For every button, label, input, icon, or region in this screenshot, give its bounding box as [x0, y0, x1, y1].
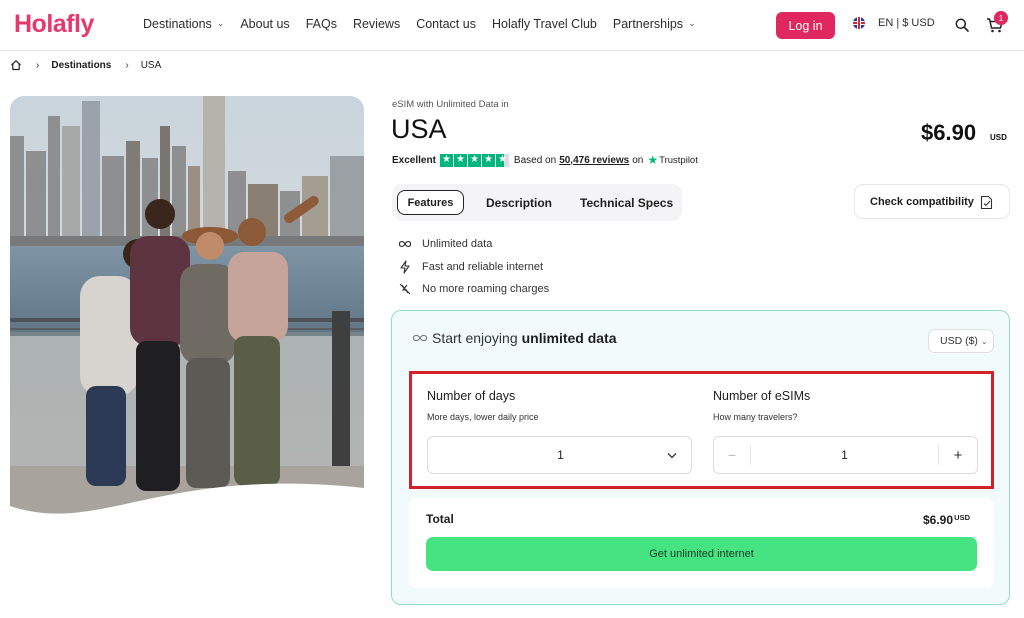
check-compatibility-label: Check compatibility — [870, 195, 974, 208]
cart-count-badge: 1 — [994, 11, 1008, 25]
total-label: Total — [426, 512, 454, 526]
star-icon: ★ — [453, 153, 467, 167]
total-section: Total $6.90 USD Get unlimited internet — [409, 498, 994, 588]
home-icon[interactable] — [10, 59, 22, 71]
holafly-logo[interactable]: Holafly — [14, 10, 94, 39]
rating-on: on — [632, 154, 644, 166]
trustpilot-star-icon: ★ — [647, 153, 659, 167]
product-tabs: Features Description Technical Specs — [392, 184, 682, 221]
feature-label: Fast and reliable internet — [422, 260, 544, 273]
days-dropdown[interactable]: 1 — [427, 436, 692, 474]
trustpilot-rating: Excellent ★ ★ ★ ★ ★ Based on 50,476 revi… — [392, 153, 698, 167]
breadcrumb-current: USA — [140, 59, 162, 71]
hero-travelers-photo — [10, 96, 364, 524]
product-pretitle: eSIM with Unlimited Data in — [392, 99, 509, 110]
nav-contact-us-label: Contact us — [416, 17, 476, 31]
esims-title: Number of eSIMs — [713, 389, 811, 403]
esims-quantity-stepper: − 1 + — [713, 436, 978, 474]
chevron-right-icon: › — [36, 59, 40, 71]
nav-destinations[interactable]: Destinations ⌄ — [143, 17, 224, 31]
main-nav: Destinations ⌄ About us FAQs Reviews Con… — [143, 17, 712, 31]
locale-selector[interactable]: EN | $ USD — [853, 17, 935, 29]
lightning-icon — [400, 260, 410, 274]
trustpilot-label: Trustpilot — [659, 154, 698, 166]
locale-label: EN | $ USD — [878, 17, 935, 29]
chevron-down-icon — [667, 453, 677, 459]
days-column: Number of days More days, lower daily pr… — [427, 389, 539, 422]
increase-esims-button[interactable]: + — [939, 437, 977, 473]
tab-technical-specs[interactable]: Technical Specs — [580, 184, 673, 221]
chevron-right-icon: › — [125, 59, 129, 71]
half-star-icon: ★ — [495, 153, 509, 167]
nav-travel-club-label: Holafly Travel Club — [491, 17, 597, 31]
reviews-link[interactable]: 50,476 reviews — [559, 155, 629, 166]
uk-flag-icon — [853, 17, 865, 29]
esims-subtitle: How many travelers? — [713, 412, 798, 422]
search-icon[interactable] — [955, 18, 969, 32]
esims-value[interactable]: 1 — [751, 448, 938, 462]
total-price: $6.90 — [922, 513, 953, 527]
purchase-card: Start enjoying unlimited data USD ($) ⌄ … — [391, 310, 1010, 605]
infinity-icon — [398, 241, 412, 248]
star-icon: ★ — [481, 153, 495, 167]
star-icon: ★ — [439, 153, 453, 167]
star-icon: ★ — [467, 153, 481, 167]
feature-item: Fast and reliable internet — [398, 256, 549, 279]
card-header: Start enjoying unlimited data — [412, 330, 617, 346]
nav-reviews-label: Reviews — [352, 17, 401, 31]
product-price: $6.90 — [921, 120, 977, 145]
login-button[interactable]: Log in — [776, 12, 835, 39]
nav-partnerships-label: Partnerships — [612, 17, 684, 31]
days-subtitle: More days, lower daily price — [427, 412, 539, 422]
tab-description[interactable]: Description — [486, 184, 552, 221]
product-price-currency: USD — [990, 133, 1007, 142]
feature-label: Unlimited data — [422, 238, 493, 251]
nav-faqs-label: FAQs — [305, 17, 337, 31]
chevron-down-icon: ⌄ — [216, 17, 225, 28]
rating-based-on: Based on — [513, 154, 557, 166]
breadcrumb: › Destinations › USA — [10, 59, 161, 71]
product-title: USA — [391, 114, 447, 144]
site-header: Holafly Destinations ⌄ About us FAQs Rev… — [0, 0, 1024, 51]
feature-label: No more roaming charges — [422, 283, 550, 296]
days-title: Number of days — [427, 389, 516, 403]
feature-list: Unlimited data Fast and reliable interne… — [398, 233, 549, 301]
nav-reviews[interactable]: Reviews — [353, 17, 400, 31]
nav-travel-club[interactable]: Holafly Travel Club — [492, 17, 597, 31]
card-header-prefix: Start enjoying — [432, 330, 518, 346]
total-currency: USD — [954, 513, 970, 522]
check-compatibility-button[interactable]: Check compatibility — [854, 184, 1010, 219]
currency-select-value: USD ($) — [940, 335, 978, 347]
no-roaming-icon — [399, 283, 411, 295]
chevron-down-icon: ⌄ — [688, 17, 696, 28]
rating-label: Excellent — [392, 154, 436, 166]
rating-stars: ★ ★ ★ ★ ★ — [439, 153, 509, 167]
days-value: 1 — [557, 448, 564, 462]
document-check-icon — [980, 195, 993, 210]
nav-faqs[interactable]: FAQs — [306, 17, 337, 31]
nav-about-us[interactable]: About us — [240, 17, 289, 31]
chevron-down-icon: ⌄ — [980, 336, 988, 346]
feature-item: No more roaming charges — [398, 278, 549, 301]
esims-column: Number of eSIMs How many travelers? — [713, 389, 810, 422]
decrease-esims-button[interactable]: − — [714, 437, 750, 473]
currency-select[interactable]: USD ($) ⌄ — [928, 329, 994, 353]
nav-contact-us[interactable]: Contact us — [416, 17, 476, 31]
breadcrumb-destinations[interactable]: Destinations — [51, 60, 111, 71]
card-header-bold: unlimited data — [521, 330, 617, 346]
tab-features[interactable]: Features — [397, 190, 464, 215]
feature-item: Unlimited data — [398, 233, 549, 256]
infinity-icon — [412, 334, 428, 342]
get-unlimited-internet-button[interactable]: Get unlimited internet — [426, 537, 977, 571]
plan-selector-box: Number of days More days, lower daily pr… — [409, 371, 994, 489]
nav-partnerships[interactable]: Partnerships ⌄ — [613, 17, 696, 31]
nav-destinations-label: Destinations — [143, 17, 212, 31]
nav-about-us-label: About us — [240, 17, 290, 31]
